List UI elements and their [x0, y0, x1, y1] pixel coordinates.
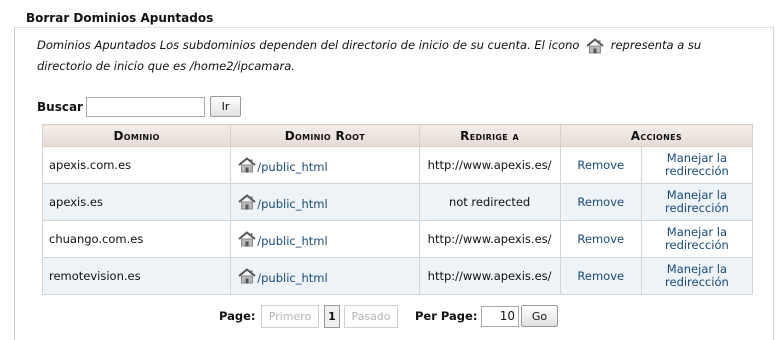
search-button[interactable]: Ir	[209, 96, 241, 117]
root-link[interactable]: /public_html	[257, 271, 327, 285]
page-title: Borrar Dominios Apuntados	[26, 11, 214, 25]
home-icon	[585, 38, 605, 54]
home-icon	[237, 157, 257, 173]
remove-cell: Remove	[559, 183, 642, 221]
remove-cell: Remove	[559, 146, 642, 184]
domain-cell: apexis.com.es	[41, 146, 232, 184]
manage-cell: Manejar la redirección	[640, 146, 754, 184]
table-row: remotevision.es /public_html http://www.…	[41, 257, 754, 295]
root-link[interactable]: /public_html	[257, 234, 327, 248]
column-header-domain[interactable]: Dominio	[41, 124, 232, 147]
column-header-actions: Acciones	[559, 124, 754, 147]
per-page-label: Per Page:	[415, 309, 478, 323]
remove-link[interactable]: Remove	[577, 269, 624, 283]
root-cell: /public_html	[230, 183, 420, 221]
table-row: chuango.com.es /public_html http://www.a…	[41, 220, 754, 258]
home-icon	[237, 194, 257, 210]
first-page-button[interactable]: Primero	[261, 305, 319, 328]
redirect-cell: http://www.apexis.es/	[418, 257, 561, 295]
table-row: apexis.com.es /public_html http://www.ap…	[41, 146, 754, 184]
column-header-redirect[interactable]: Redirige a	[418, 124, 561, 147]
remove-link[interactable]: Remove	[577, 158, 624, 172]
domains-table: Dominio Dominio Root Redirige a Acciones…	[41, 124, 754, 295]
remove-link[interactable]: Remove	[577, 232, 624, 246]
manage-redirect-link[interactable]: Manejar la redirección	[665, 151, 729, 178]
description: Dominios Apuntados Los subdominios depen…	[37, 35, 757, 77]
go-button[interactable]: Go	[521, 305, 558, 327]
redirect-cell: http://www.apexis.es/	[418, 220, 561, 258]
search-label: Buscar	[37, 99, 83, 114]
manage-cell: Manejar la redirección	[640, 183, 754, 221]
root-link[interactable]: /public_html	[257, 197, 327, 211]
table-header-row: Dominio Dominio Root Redirige a Acciones	[41, 124, 754, 147]
column-header-root[interactable]: Dominio Root	[230, 124, 420, 147]
domain-cell: apexis.es	[41, 183, 232, 221]
remove-link[interactable]: Remove	[577, 195, 624, 209]
domain-cell: remotevision.es	[41, 257, 232, 295]
manage-redirect-link[interactable]: Manejar la redirección	[665, 225, 729, 252]
manage-redirect-link[interactable]: Manejar la redirección	[665, 188, 729, 215]
per-page-input[interactable]: 10	[481, 306, 519, 327]
remove-cell: Remove	[559, 257, 642, 295]
search-bar: Buscar Ir	[37, 96, 241, 117]
root-cell: /public_html	[230, 220, 420, 258]
redirect-cell: http://www.apexis.es/	[418, 146, 561, 184]
manage-redirect-link[interactable]: Manejar la redirección	[665, 262, 729, 289]
domain-cell: chuango.com.es	[41, 220, 232, 258]
redirect-cell: not redirected	[418, 183, 561, 221]
description-text-1: Dominios Apuntados Los subdominios depen…	[37, 38, 580, 52]
home-icon	[237, 231, 257, 247]
page-label: Page:	[219, 309, 256, 323]
root-link[interactable]: /public_html	[257, 160, 327, 174]
home-icon	[237, 268, 257, 284]
root-cell: /public_html	[230, 257, 420, 295]
root-cell: /public_html	[230, 146, 420, 184]
search-input[interactable]	[85, 96, 205, 117]
manage-cell: Manejar la redirección	[640, 220, 754, 258]
last-page-button[interactable]: Pasado	[344, 305, 398, 328]
table-row: apexis.es /public_html not redirected Re…	[41, 183, 754, 221]
remove-cell: Remove	[559, 220, 642, 258]
manage-cell: Manejar la redirección	[640, 257, 754, 295]
current-page-button[interactable]: 1	[324, 305, 340, 328]
